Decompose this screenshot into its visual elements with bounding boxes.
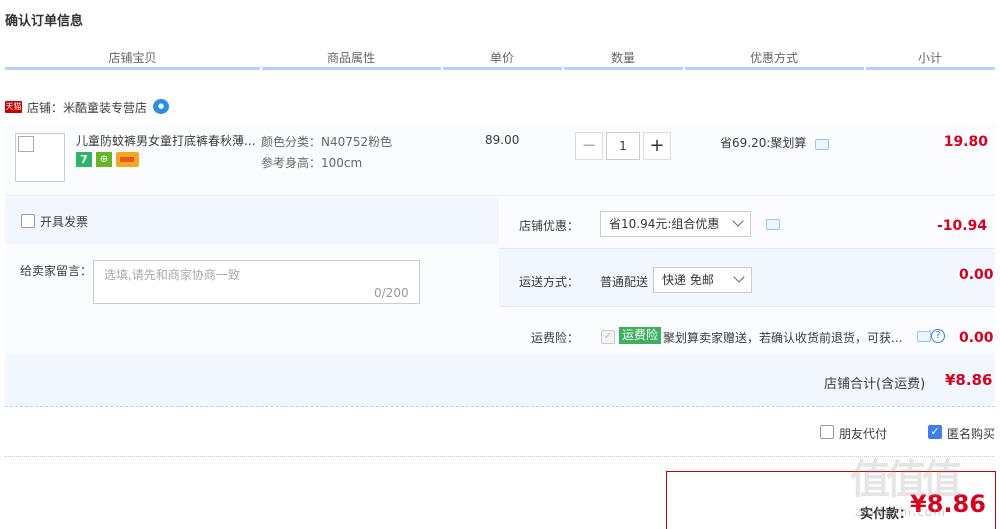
shop-discount-label: 店铺优惠： (518, 219, 579, 233)
invoice-checkbox[interactable] (21, 214, 35, 228)
unit-price: 89.00 (485, 133, 520, 147)
item-thumbnail[interactable] (15, 133, 65, 182)
tmall-badge: 天猫 (5, 101, 22, 113)
item-title-link[interactable]: 儿童防蚊裤男女童打底裤春秋薄... (76, 132, 256, 149)
memo-char-count: 0/200 (374, 286, 409, 300)
quantity-input[interactable]: 1 (606, 132, 640, 160)
shop-total-label: 店铺合计(含运费) (824, 377, 926, 392)
column-underline (5, 67, 260, 70)
insurance-badge: 运费险 (619, 327, 662, 344)
column-header-shop-item: 店铺宝贝 (108, 51, 157, 65)
shop-discount-selected: 省10.94元:组合优惠 (609, 217, 720, 231)
anonymous-checkbox[interactable]: ✓ (928, 425, 942, 439)
column-underline (685, 67, 864, 70)
shop-discount-select[interactable]: 省10.94元:组合优惠 (600, 211, 751, 237)
insurance-checkbox: ✓ (601, 330, 615, 344)
seven-day-return-icon: 7 (76, 152, 92, 167)
promo-comment-icon[interactable] (815, 139, 829, 150)
memo-label: 给卖家留言： (20, 264, 93, 278)
credit-card-icon (116, 152, 139, 167)
watermark-logo: 值值值 (850, 457, 962, 503)
service-guarantee-icon: ⊕ (96, 152, 112, 167)
column-header-unit-price: 单价 (489, 51, 514, 65)
insurance-label: 运费险： (530, 331, 579, 345)
shipping-selected: 快递 免邮 (662, 273, 714, 287)
insurance-value: 0.00 (959, 330, 994, 346)
insurance-text: 聚划算卖家赠送，若确认收货前退货，可获... (663, 331, 903, 345)
shipping-value: 0.00 (959, 267, 994, 283)
column-header-attributes: 商品属性 (326, 51, 375, 65)
discount-comment-icon[interactable] (766, 219, 780, 230)
attr-height: 参考身高：100cm (261, 156, 363, 170)
column-underline (262, 67, 441, 70)
column-underline (564, 67, 683, 70)
shipping-method: 普通配送 (600, 275, 649, 289)
shop-total-value: ¥8.86 (945, 371, 993, 389)
chevron-down-icon (732, 215, 744, 227)
column-underline (866, 67, 995, 70)
item-promotion: 省69.20:聚划算 (720, 136, 807, 150)
chevron-down-icon (733, 271, 745, 283)
shop-name-link[interactable]: 店铺：米酷童装专营店 (27, 99, 147, 116)
column-header-quantity: 数量 (610, 51, 635, 65)
memo-placeholder: 选填,请先和商家协商一致 (104, 268, 240, 282)
friend-pay-label: 朋友代付 (839, 427, 888, 441)
shipping-label: 运送方式： (518, 275, 579, 289)
column-header-subtotal: 小计 (917, 51, 942, 65)
shop-discount-value: -10.94 (937, 218, 988, 234)
column-header-discount: 优惠方式 (749, 51, 798, 65)
quantity-decrease-button[interactable]: − (575, 132, 603, 160)
quantity-increase-button[interactable]: + (643, 132, 671, 160)
section-divider (5, 456, 995, 457)
item-subtotal: 19.80 (943, 134, 988, 150)
column-underline (443, 67, 562, 70)
page-title: 确认订单信息 (5, 14, 84, 29)
help-icon[interactable]: ? (931, 329, 945, 343)
watermark-site: zhidezhi.com (855, 505, 946, 519)
chat-seller-icon[interactable]: ● (153, 99, 169, 114)
insurance-comment-icon[interactable] (917, 331, 931, 342)
shipping-select[interactable]: 快递 免邮 (653, 267, 752, 293)
invoice-label: 开具发票 (40, 215, 89, 229)
anonymous-label: 匿名购买 (947, 427, 996, 441)
attr-color: 颜色分类：N40752粉色 (261, 135, 393, 149)
friend-pay-checkbox[interactable] (820, 425, 834, 439)
